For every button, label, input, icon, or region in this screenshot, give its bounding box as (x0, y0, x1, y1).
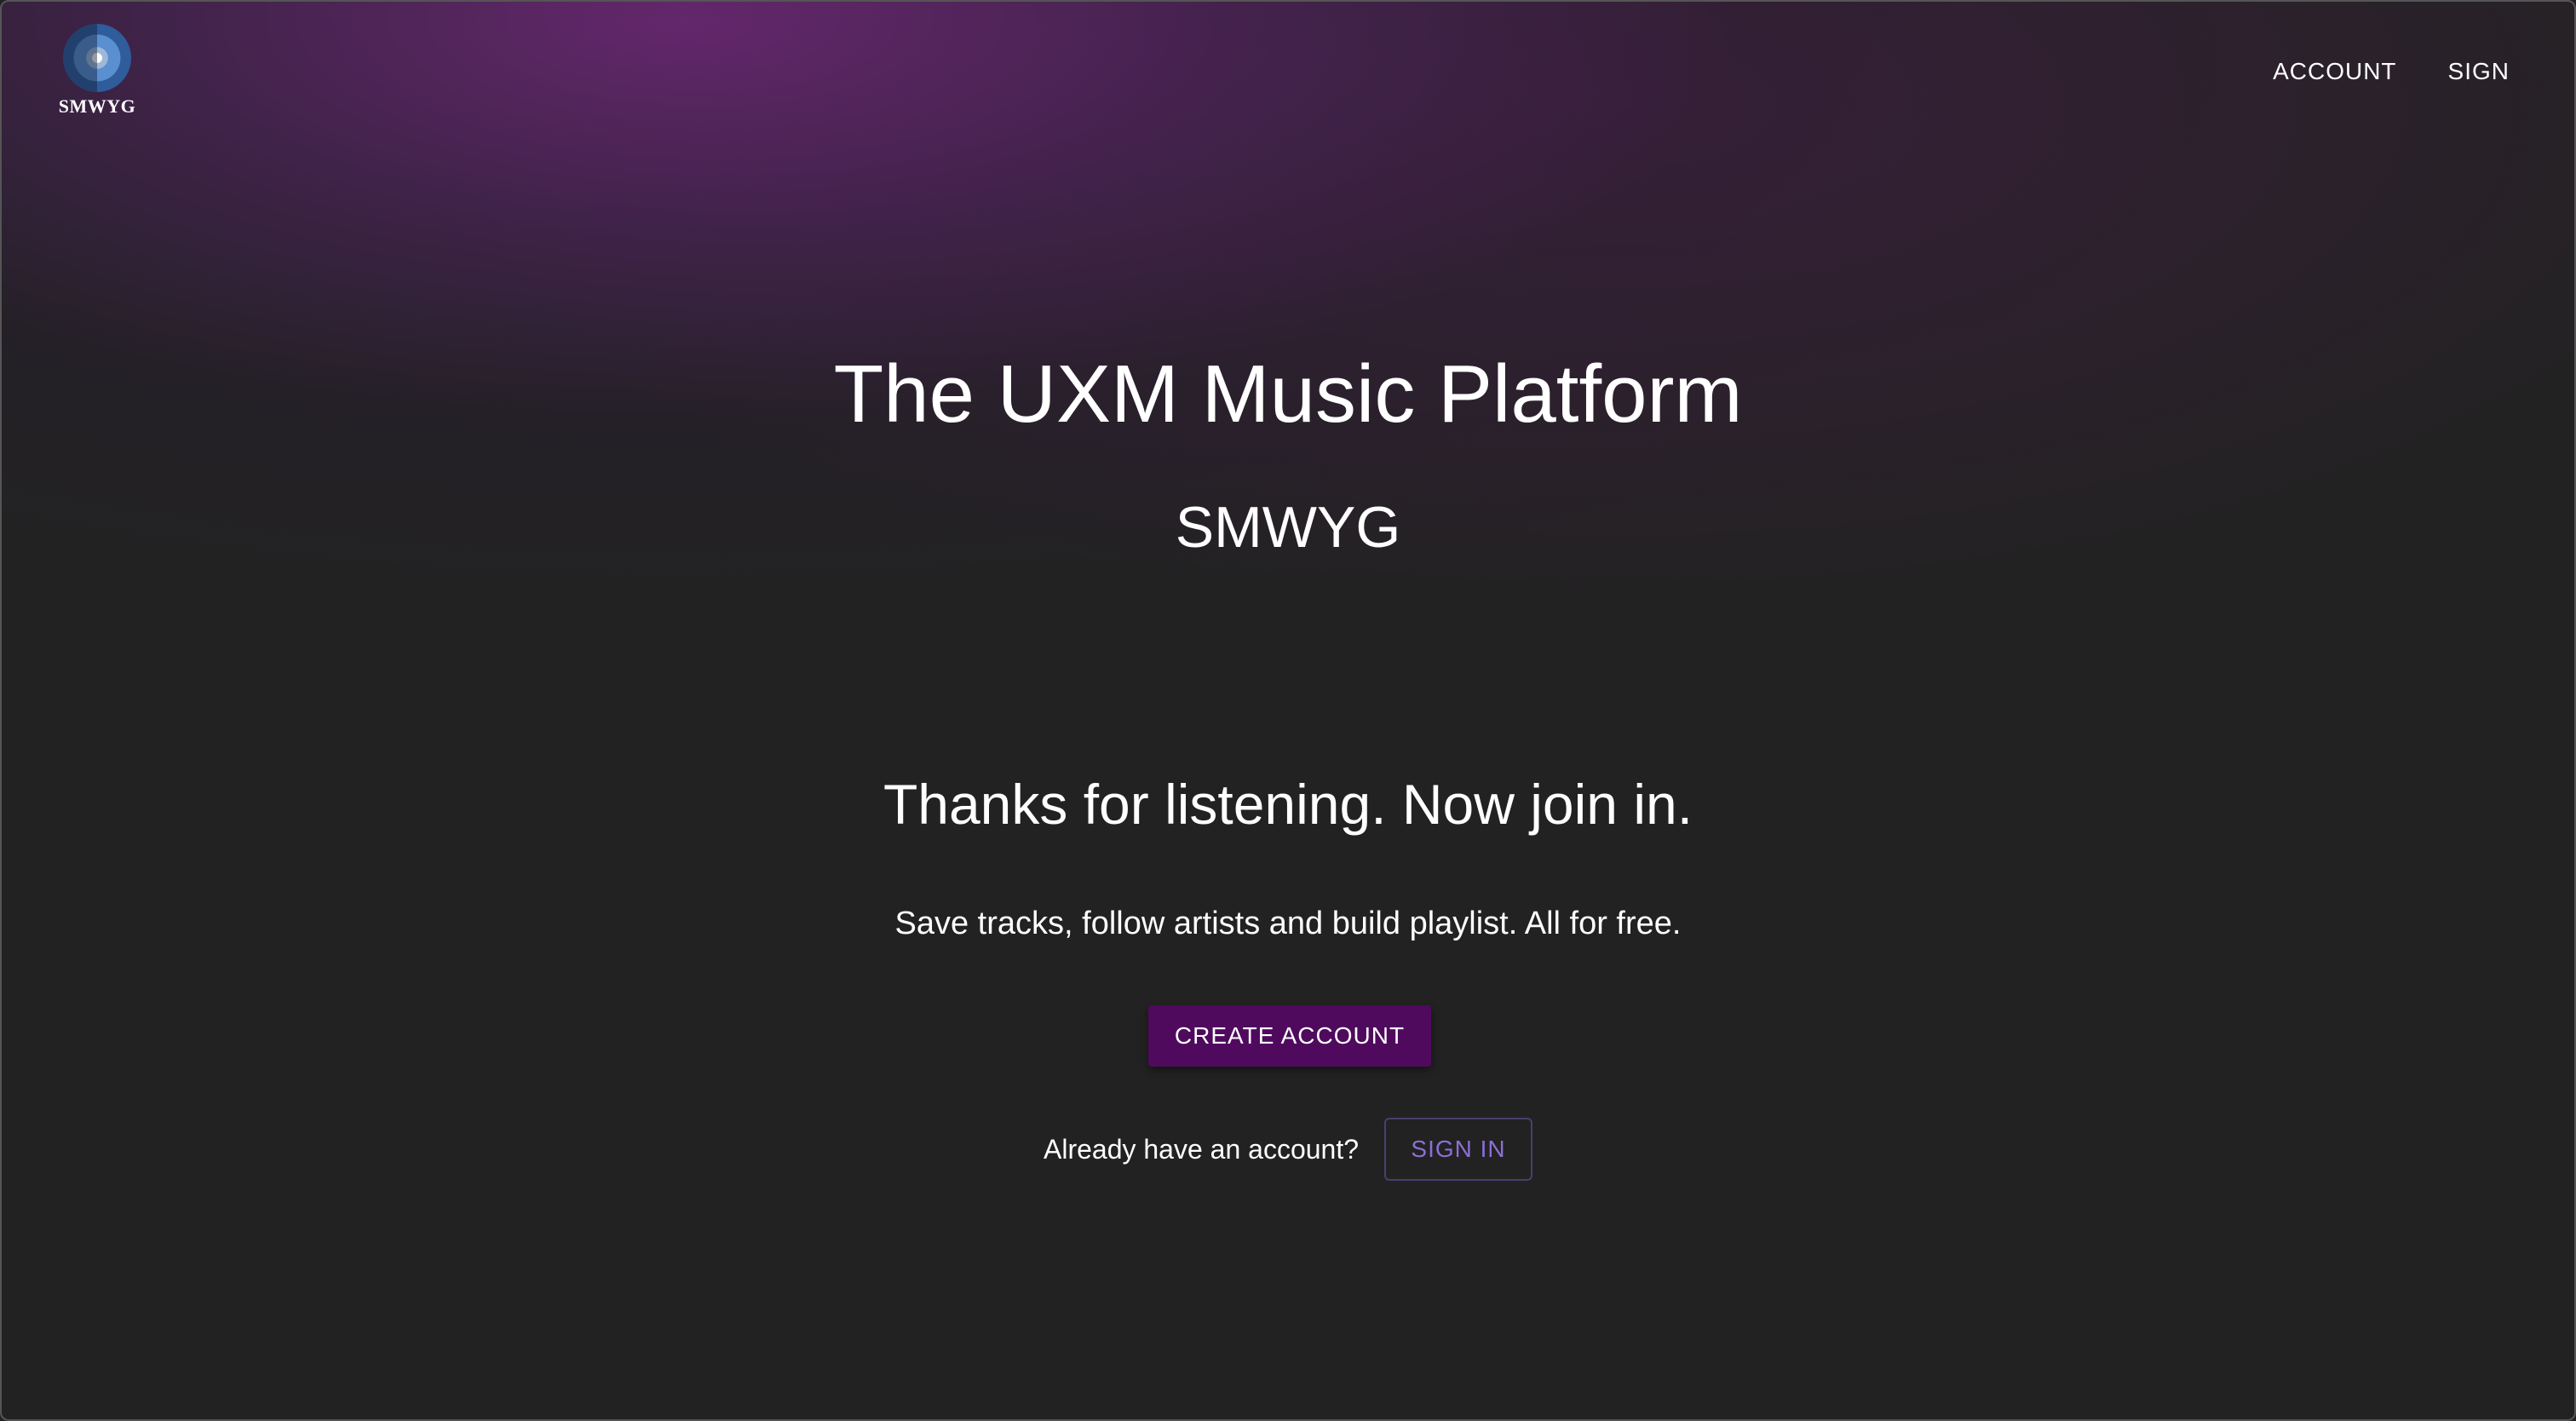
cta-description: Save tracks, follow artists and build pl… (894, 906, 1682, 941)
signin-row: Already have an account? SIGN IN (2, 1118, 2574, 1181)
already-have-account-label: Already have an account? (1043, 1133, 1360, 1165)
logo[interactable]: SMWYG (58, 24, 136, 118)
hero-title: The UXM Music Platform (833, 348, 1743, 440)
logo-text: SMWYG (58, 95, 136, 117)
create-account-button[interactable]: CREATE ACCOUNT (1148, 1005, 1431, 1067)
nav-sign-link[interactable]: SIGN (2448, 58, 2510, 85)
sign-in-button[interactable]: SIGN IN (1384, 1118, 1533, 1181)
vinyl-disc-icon (63, 24, 131, 92)
hero-subtitle: SMWYG (1175, 495, 1401, 560)
cta-heading: Thanks for listening. Now join in. (883, 773, 1693, 836)
nav-account-link[interactable]: ACCOUNT (2273, 58, 2396, 85)
landing-page: SMWYG ACCOUNT SIGN The UXM Music Platfor… (0, 0, 2576, 1421)
top-nav: ACCOUNT SIGN (2273, 58, 2510, 85)
